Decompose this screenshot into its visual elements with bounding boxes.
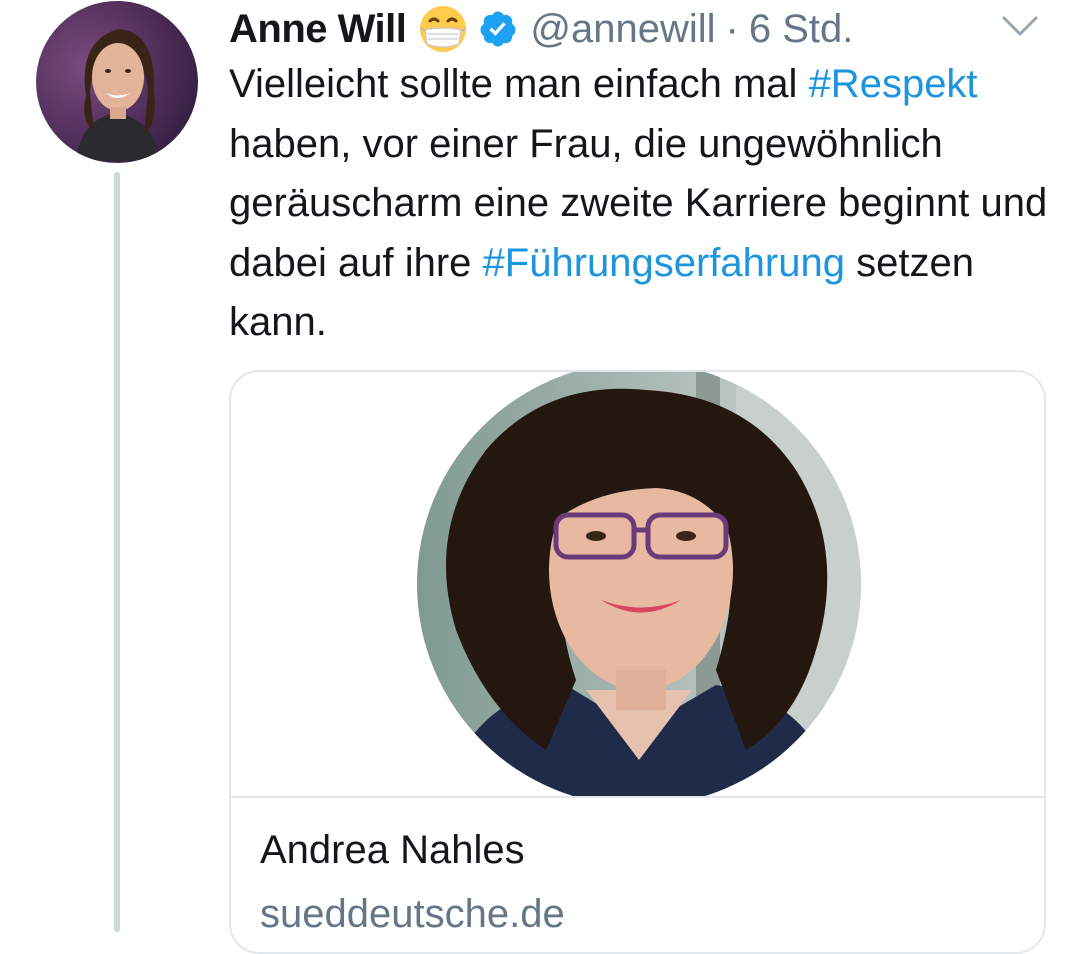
author-display-name[interactable]: Anne Will [229, 7, 407, 52]
face-with-medical-mask-icon [418, 4, 468, 54]
author-avatar[interactable] [36, 1, 198, 163]
tweet-body-text: Vielleicht sollte man einfach mal #Respe… [229, 55, 1049, 353]
tweet-text-part: Vielleicht sollte man einfach mal [229, 62, 809, 106]
link-card-domain: sueddeutsche.de [260, 892, 565, 936]
card-divider [231, 796, 1044, 798]
verified-badge-icon [478, 9, 518, 49]
tweet-header: Anne Will @annewill · 6 Std. [229, 4, 853, 54]
link-card-image [231, 372, 1044, 798]
tweet-timestamp[interactable]: 6 Std. [749, 7, 854, 52]
link-card-title: Andrea Nahles [260, 828, 525, 872]
author-handle[interactable]: @annewill [530, 7, 715, 52]
tweet[interactable]: Anne Will @annewill · 6 Std. Vielleicht … [0, 0, 1080, 954]
link-preview-card[interactable]: Andrea Nahles sueddeutsche.de [229, 370, 1046, 954]
hashtag-link-respekt[interactable]: #Respekt [809, 62, 978, 106]
thread-connector-line [114, 172, 120, 932]
header-separator: · [725, 6, 739, 51]
hashtag-link-fuehrungserfahrung[interactable]: #Führungserfahrung [483, 241, 845, 285]
chevron-down-icon[interactable] [1000, 12, 1040, 42]
